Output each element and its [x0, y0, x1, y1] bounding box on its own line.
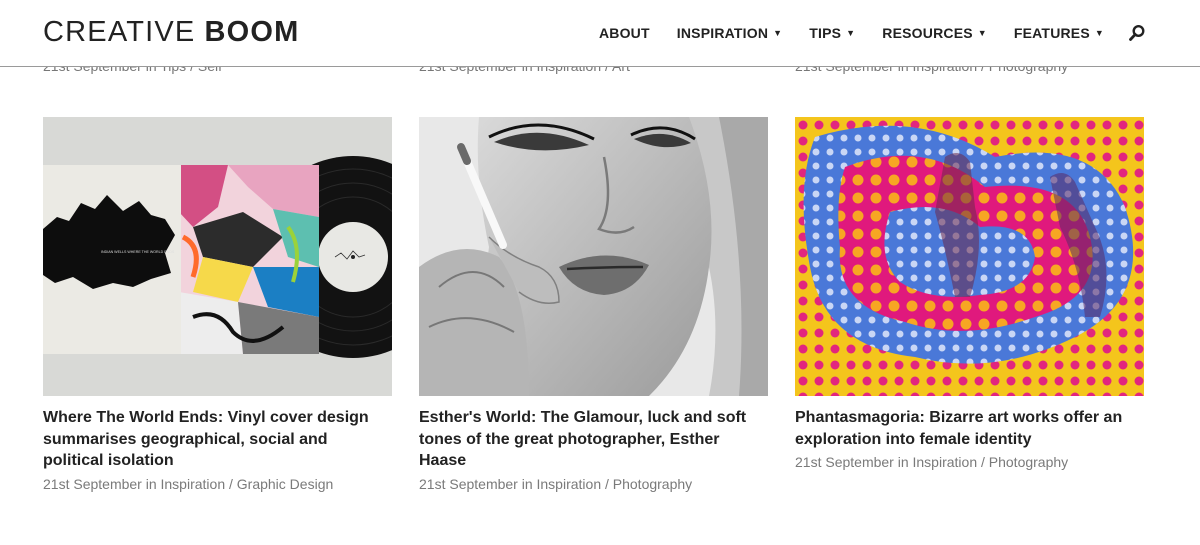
caret-down-icon: ▼ — [977, 28, 987, 38]
article-card: Esther's World: The Glamour, luck and so… — [419, 117, 768, 494]
article-card: INDIAN WELLS WHERE THE WORLD ENDS Where … — [43, 117, 392, 494]
article-meta: 21st September in Inspiration / Photogra… — [795, 454, 1069, 470]
nav-item-label: ABOUT — [598, 25, 650, 41]
nav-item-resources[interactable]: RESOURCES ▼ — [882, 25, 987, 41]
article-meta: 21st September in Inspiration / Graphic … — [43, 475, 334, 492]
article-title[interactable]: Phantasmagoria: Bizarre art works offer … — [795, 407, 1144, 450]
nav-item-tips[interactable]: TIPS ▼ — [809, 25, 855, 41]
nav-item-features[interactable]: FEATURES ▼ — [1014, 25, 1104, 41]
nav-item-about[interactable]: ABOUT — [599, 25, 650, 41]
search-icon[interactable] — [1128, 24, 1146, 42]
site-header: CREATIVE BOOM ABOUT INSPIRATION ▼ TIPS ▼ … — [0, 0, 1200, 67]
article-meta: 21st September in Inspiration / Photogra… — [419, 475, 693, 492]
sleeve-text: INDIAN WELLS WHERE THE WORLD ENDS — [101, 250, 175, 254]
nav-item-label: INSPIRATION — [676, 25, 769, 41]
article-thumbnail-polka-dot-art[interactable] — [795, 117, 1144, 396]
article-card: Phantasmagoria: Bizarre art works offer … — [795, 117, 1144, 472]
logo-text-light: CREATIVE — [43, 16, 196, 48]
article-thumbnail-vinyl-cover[interactable]: INDIAN WELLS WHERE THE WORLD ENDS — [43, 117, 392, 396]
caret-down-icon: ▼ — [846, 28, 856, 38]
article-title[interactable]: Where The World Ends: Vinyl cover design… — [43, 407, 392, 472]
site-logo[interactable]: CREATIVE BOOM — [43, 16, 300, 49]
caret-down-icon: ▼ — [1094, 28, 1104, 38]
caret-down-icon: ▼ — [773, 28, 783, 38]
article-title[interactable]: Esther's World: The Glamour, luck and so… — [419, 407, 768, 472]
nav-item-inspiration[interactable]: INSPIRATION ▼ — [677, 25, 783, 41]
nav-item-label: TIPS — [809, 25, 842, 41]
nav-item-label: FEATURES — [1013, 25, 1090, 41]
logo-text-bold: BOOM — [204, 16, 300, 48]
article-thumbnail-portrait[interactable] — [419, 117, 768, 396]
nav-item-label: RESOURCES — [882, 25, 973, 41]
main-nav: ABOUT INSPIRATION ▼ TIPS ▼ RESOURCES ▼ F… — [572, 24, 1146, 42]
